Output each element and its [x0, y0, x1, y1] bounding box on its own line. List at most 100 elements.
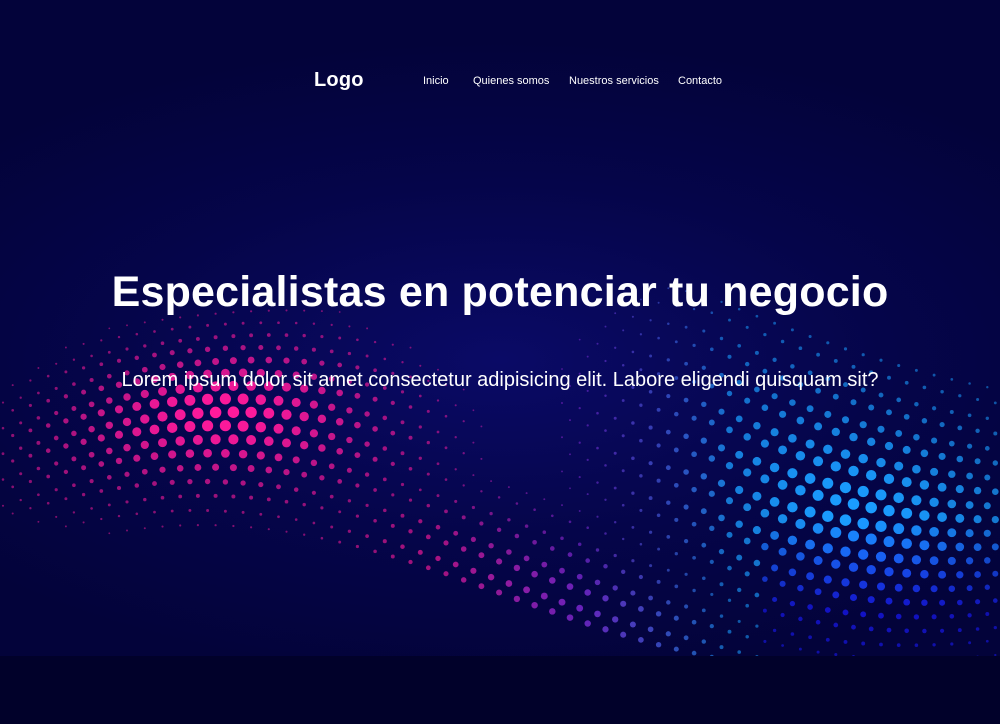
wave-dot: [719, 614, 724, 618]
wave-dot: [266, 497, 271, 502]
wave-dot: [604, 429, 607, 432]
wave-dot: [912, 464, 921, 474]
nav-item-inicio[interactable]: Inicio: [423, 75, 449, 87]
wave-dot: [98, 461, 105, 467]
wave-dot: [701, 542, 707, 548]
wave-dot: [745, 635, 749, 639]
wave-dot: [426, 409, 430, 413]
wave-dot: [902, 445, 911, 454]
wave-dot: [577, 542, 582, 547]
wave-dot: [548, 577, 556, 584]
wave-dot: [937, 482, 947, 492]
wave-dot: [194, 464, 202, 471]
wave-dot: [523, 555, 530, 562]
wave-dot: [912, 584, 921, 593]
wave-dot: [71, 406, 77, 411]
wave-dot: [472, 409, 475, 412]
wave-dot: [985, 612, 990, 616]
wave-dot: [957, 599, 963, 606]
wave-dot: [29, 507, 32, 510]
wave-dot: [673, 646, 679, 652]
wave-dot: [858, 549, 869, 560]
nav-item-nuestros-servicios[interactable]: Nuestros servicios: [569, 75, 659, 87]
wave-dot: [45, 448, 51, 453]
wave-dot: [876, 457, 886, 468]
wave-dot: [63, 469, 69, 475]
wave-dot: [489, 511, 493, 516]
wave-dot: [839, 514, 852, 526]
wave-dot: [865, 533, 877, 545]
wave-dot: [788, 433, 797, 443]
wave-dot: [938, 570, 947, 579]
wave-dot: [64, 497, 68, 501]
wave-dot: [805, 439, 815, 449]
wave-dot: [471, 505, 476, 510]
wave-dot: [126, 529, 128, 532]
wave-dot: [859, 421, 867, 429]
wave-dot: [850, 399, 857, 406]
nav-item-quienes-somos[interactable]: Quienes somos: [473, 75, 549, 87]
logo[interactable]: Logo: [314, 69, 364, 92]
wave-dot: [983, 529, 991, 537]
wave-dot: [812, 489, 824, 501]
wave-dot: [584, 620, 591, 627]
wave-dot: [947, 499, 957, 509]
wave-dot: [250, 526, 253, 529]
wave-dot: [256, 451, 265, 460]
wave-dot: [229, 357, 237, 365]
wave-dot: [973, 515, 982, 524]
wave-dot: [620, 600, 627, 607]
wave-dot: [709, 623, 714, 629]
wave-dot: [37, 391, 40, 395]
wave-dot: [895, 429, 903, 437]
wave-dot: [45, 423, 51, 428]
wave-dot: [684, 325, 688, 329]
wave-dot: [229, 464, 237, 472]
wave-dot: [985, 639, 989, 643]
wave-dot: [28, 428, 33, 433]
wave-dot: [673, 615, 679, 621]
wave-dot: [983, 502, 991, 510]
wave-dot: [649, 319, 652, 322]
wave-dot: [524, 524, 529, 528]
wave-dot: [930, 467, 939, 476]
wave-dot: [761, 542, 769, 551]
wave-dot: [848, 465, 859, 477]
wave-dot: [992, 460, 998, 466]
wave-dot: [648, 461, 653, 466]
wave-dot: [454, 436, 457, 439]
wave-dot: [400, 513, 405, 518]
wave-dot: [649, 564, 653, 568]
wave-dot: [11, 485, 15, 489]
wave-dot: [814, 588, 822, 596]
wave-dot: [330, 323, 333, 327]
wave-dot: [823, 444, 833, 454]
wave-dot: [937, 541, 947, 551]
wave-dot: [975, 627, 980, 631]
wave-dot: [356, 338, 359, 342]
wave-dot: [769, 497, 780, 507]
wave-dot: [543, 498, 546, 501]
wave-dot: [631, 525, 635, 529]
wave-dot: [666, 394, 671, 399]
wave-dot: [657, 336, 660, 340]
wave-dot: [639, 333, 643, 336]
wave-dot: [320, 335, 324, 339]
wave-dot: [614, 346, 617, 349]
wave-dot: [604, 394, 607, 397]
wave-dot: [984, 446, 990, 451]
wave-dot: [237, 420, 249, 432]
wave-dot: [691, 619, 697, 625]
wave-dot: [967, 413, 972, 418]
wave-dot: [346, 407, 353, 414]
wave-dot: [418, 519, 423, 524]
wave-dot: [400, 420, 405, 425]
wave-dot: [586, 355, 589, 358]
wave-dot: [823, 575, 832, 584]
wave-dot: [273, 423, 284, 434]
wave-dot: [161, 318, 164, 321]
wave-dot: [967, 443, 973, 449]
wave-dot: [263, 407, 275, 419]
wave-dot: [219, 393, 231, 405]
nav-item-contacto[interactable]: Contacto: [678, 75, 722, 87]
